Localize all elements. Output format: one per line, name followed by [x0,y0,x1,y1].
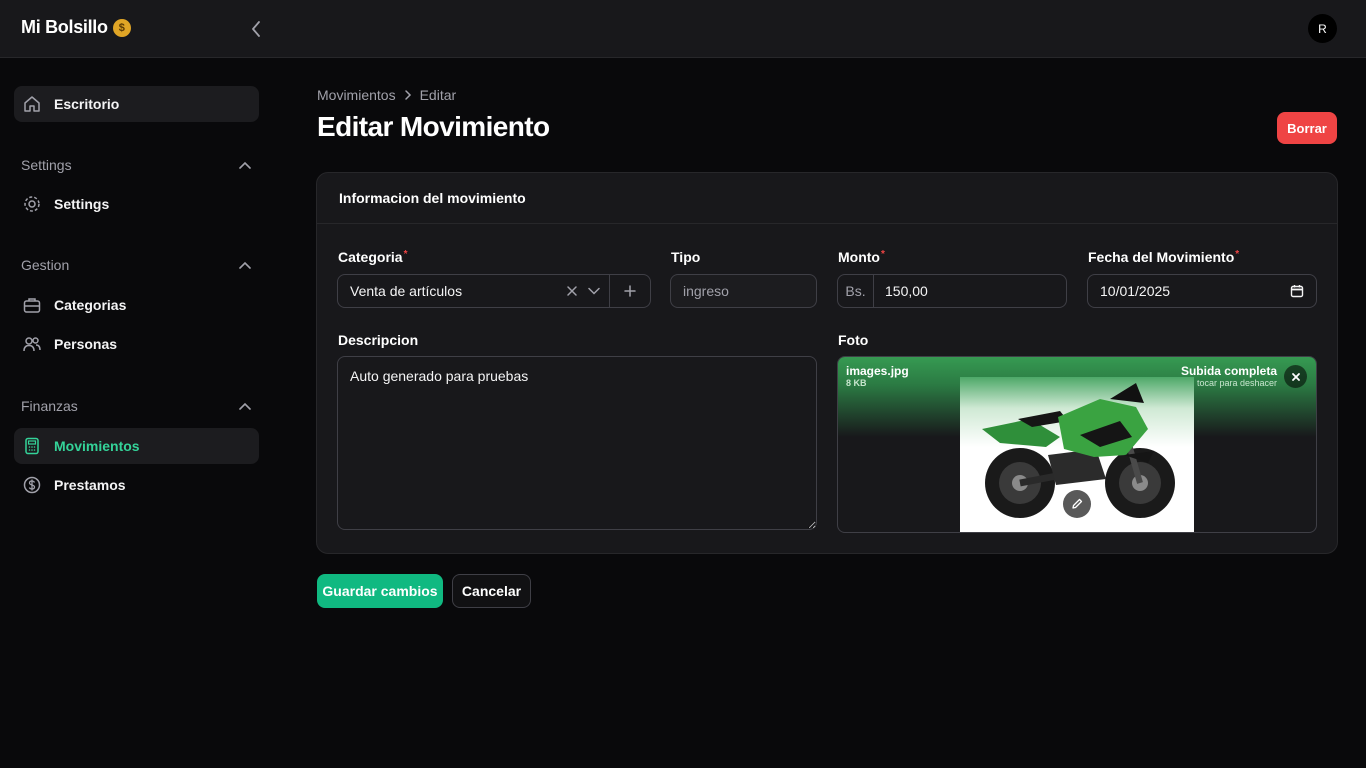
chevron-up-icon [239,261,251,269]
group-title: Settings [21,157,72,173]
tipo-value: ingreso [683,283,729,299]
sidebar-item-settings[interactable]: Settings [14,186,259,222]
descripcion-label: Descripcion [338,332,419,348]
sidebar-item-escritorio[interactable]: Escritorio [14,86,259,122]
plus-icon [624,285,636,297]
required-marker: * [403,249,408,260]
remove-file-button[interactable] [1284,365,1307,388]
briefcase-icon [22,295,42,315]
delete-button[interactable]: Borrar [1277,112,1337,144]
group-settings-header[interactable]: Settings [21,157,251,173]
pencil-icon [1072,498,1083,509]
sidebar-item-label: Settings [54,196,110,212]
undo-hint: tocar para deshacer [1196,378,1277,388]
user-avatar[interactable]: R [1308,14,1337,43]
sidebar-item-categorias[interactable]: Categorias [14,287,259,323]
descripcion-textarea[interactable]: Auto generado para pruebas [337,356,817,530]
label-text: Fecha del Movimiento [1088,249,1235,265]
sidebar-item-personas[interactable]: Personas [14,326,259,362]
dollar-circle-icon [22,475,42,495]
fecha-value: 10/01/2025 [1100,283,1171,299]
required-marker: * [880,249,885,260]
group-title: Finanzas [21,398,78,414]
categoria-value: Venta de artículos [350,283,463,299]
breadcrumb-current: Editar [419,87,457,103]
breadcrumb: Movimientos Editar [317,87,456,103]
fecha-label: Fecha del Movimiento* [1088,249,1239,265]
add-category-button[interactable] [609,275,650,307]
chevron-right-icon [404,90,411,100]
section-title: Informacion del movimiento [317,173,1337,224]
categoria-label: Categoria* [338,249,407,265]
sidebar-item-label: Movimientos [54,438,140,454]
calculator-icon [22,436,42,456]
save-changes-button[interactable]: Guardar cambios [317,574,443,608]
photo-upload[interactable]: images.jpg 8 KB Subida completa tocar pa… [837,356,1317,533]
close-icon [1291,372,1300,381]
group-title: Gestion [21,257,70,273]
clear-selection-icon[interactable] [561,280,583,302]
sidebar-item-prestamos[interactable]: Prestamos [14,467,259,503]
collapse-sidebar-button[interactable] [244,17,268,41]
edit-image-button[interactable] [1063,490,1091,518]
fecha-input[interactable]: 10/01/2025 [1087,274,1317,308]
currency-prefix: Bs. [838,275,874,307]
file-name: images.jpg [846,364,909,378]
top-bar: Mi Bolsillo $ R [0,0,1366,58]
sidebar-item-label: Prestamos [54,477,126,493]
cancel-button[interactable]: Cancelar [452,574,531,608]
breadcrumb-parent-link[interactable]: Movimientos [317,87,396,103]
monto-input[interactable] [874,275,1066,307]
calendar-icon [1290,285,1304,298]
page-title: Editar Movimiento [317,111,550,142]
chevron-up-icon [239,402,251,410]
money-bag-icon: $ [112,18,131,37]
label-text: Categoria [338,249,403,265]
sidebar-item-label: Escritorio [54,96,120,112]
chevron-up-icon [239,161,251,169]
upload-status: Subida completa [1180,364,1277,378]
users-icon [22,334,42,354]
categoria-select[interactable]: Venta de artículos [337,274,651,308]
monto-field[interactable]: Bs. [837,274,1067,308]
label-text: Monto [838,249,880,265]
tipo-field: ingreso [670,274,817,308]
file-size: 8 KB [846,378,867,388]
tipo-label: Tipo [671,249,701,265]
brand-name: Mi Bolsillo [21,17,108,37]
group-finanzas-header[interactable]: Finanzas [21,398,251,414]
sidebar-item-movimientos[interactable]: Movimientos [14,428,259,464]
brand[interactable]: Mi Bolsillo $ [21,17,131,38]
gear-icon [22,194,42,214]
sidebar-item-label: Categorias [54,297,127,313]
required-marker: * [1235,249,1240,260]
home-icon [22,94,42,114]
monto-label: Monto* [838,249,885,265]
foto-label: Foto [838,332,869,348]
chevron-left-icon [252,21,260,37]
chevron-down-icon[interactable] [583,280,605,302]
sidebar: Escritorio Settings Settings Gestion Cat… [0,59,274,768]
sidebar-item-label: Personas [54,336,118,352]
group-gestion-header[interactable]: Gestion [21,257,251,273]
